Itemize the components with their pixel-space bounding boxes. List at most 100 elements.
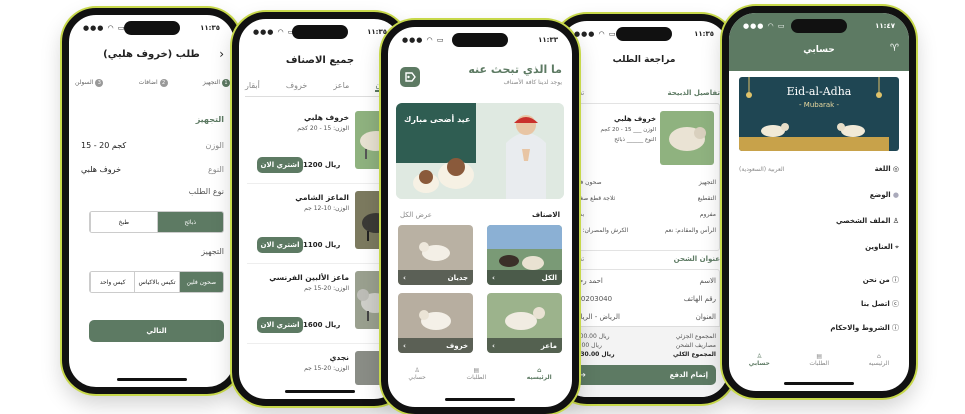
arrow-circle-icon: ➔ bbox=[580, 371, 586, 379]
phone-icon: ⓒ bbox=[892, 300, 899, 308]
nav-account[interactable]: ♙ حسابي bbox=[408, 367, 426, 393]
order-type-cook[interactable]: طبخ bbox=[90, 212, 157, 232]
detail-row: صحون فلين التجهيز bbox=[572, 179, 716, 186]
shipping-cost-row: 30.00 ريال مصاريف الشحن bbox=[572, 342, 716, 349]
stepper: 1التجهيز 2اضافات 3السولن bbox=[75, 79, 230, 87]
product-card[interactable]: نجدي الوزن: 20-15 جم bbox=[247, 345, 397, 385]
order-type-toggle[interactable]: طبخ ذبائح bbox=[89, 211, 224, 233]
orders-icon: ▤ bbox=[816, 353, 823, 360]
theme-toggle-icon: ● bbox=[892, 191, 899, 199]
menu-theme[interactable]: الوضع ● bbox=[739, 191, 899, 199]
details-header: تعديل تفاصيل الذبيحة bbox=[568, 89, 720, 97]
checkout-button[interactable]: ➔ إتمام الدفع bbox=[572, 365, 716, 385]
menu-profile[interactable]: الملف الشخصي ♙ bbox=[739, 217, 899, 225]
user-icon: ♙ bbox=[756, 353, 762, 360]
home-indicator bbox=[784, 382, 854, 385]
item-weight: الوزن ___ 15 - 20 كجم bbox=[600, 127, 656, 133]
next-button[interactable]: التالي bbox=[89, 320, 224, 342]
nav-orders[interactable]: ▤ الطلبات bbox=[466, 367, 486, 393]
step-1[interactable]: 1التجهيز bbox=[203, 79, 230, 87]
status-time: ١١:٣٥ bbox=[367, 28, 387, 36]
prep-bags[interactable]: تكيس بالاكياس bbox=[134, 272, 178, 292]
total-row: 1230.00 ريال المجموع الكلي bbox=[572, 351, 716, 358]
status-time: ١١:٤٧ bbox=[875, 22, 895, 30]
buy-now-button[interactable]: اشتري الان bbox=[257, 237, 303, 253]
ship-row: 010203040 رقم الهاتف bbox=[572, 295, 716, 303]
category-tile-all[interactable]: ‹ الكل bbox=[487, 225, 562, 285]
signal-icon: ●●● ◠ ▭ bbox=[574, 30, 617, 38]
product-spec: الوزن: 20-15 جم bbox=[304, 285, 349, 292]
banner-greeting: عيد أضحى مبارك bbox=[404, 115, 471, 124]
tab-goats[interactable]: ماعز bbox=[333, 81, 349, 92]
order-type-slaughter[interactable]: ذبائح bbox=[156, 212, 223, 232]
menu-about[interactable]: من نحن ⓘ bbox=[739, 275, 899, 285]
subheadline: يوجد لدينا كافة الأصناف bbox=[503, 79, 562, 86]
tag-icon[interactable] bbox=[400, 67, 420, 87]
prep-toggle[interactable]: كيس واحد تكيس بالاكياس صحون فلين bbox=[89, 271, 224, 293]
category-tile-goats[interactable]: ‹ ماعز bbox=[487, 293, 562, 353]
prep-foam-plates[interactable]: صحون فلين bbox=[178, 272, 223, 292]
section-prep-title: التجهيز bbox=[195, 115, 224, 124]
phone-home: ●●● ◠ ▭ ١١:٣٣ ما الذي تبحث عنه يوجد لدين… bbox=[381, 20, 579, 414]
product-card[interactable]: خروف هلبي الوزن: 15 - 20 كجم 1200 ريال ا… bbox=[247, 105, 397, 184]
product-card[interactable]: ماعز الألبين الفرنسي الوزن: 20-15 جم 160… bbox=[247, 265, 397, 344]
product-spec: الوزن: 20-15 جم bbox=[304, 365, 349, 372]
view-all-link[interactable]: عرض الكل bbox=[400, 211, 432, 219]
dynamic-island bbox=[791, 19, 847, 33]
user-icon: ♙ bbox=[414, 367, 420, 374]
prep-label: التجهيز bbox=[201, 247, 224, 256]
product-card[interactable]: الماعز الشامي الوزن: 10-12 جم 1100 ريال … bbox=[247, 185, 397, 264]
product-name: ماعز الألبين الفرنسي bbox=[269, 273, 349, 282]
product-price: 1600 ريال bbox=[303, 321, 341, 329]
signal-icon: ●●● ◠ ▭ bbox=[402, 36, 445, 44]
orders-icon: ▤ bbox=[473, 367, 480, 374]
weight-row: 15 - 20 كجم الوزن bbox=[81, 141, 224, 150]
headline: ما الذي تبحث عنه bbox=[468, 63, 562, 76]
page-title: مراجعة الطلب bbox=[612, 55, 676, 65]
status-time: ١١:٣٣ bbox=[538, 36, 558, 44]
buy-now-button[interactable]: اشتري الان bbox=[257, 157, 303, 173]
category-tile-kids[interactable]: ‹ جديان bbox=[398, 225, 473, 285]
signal-icon: ●●● ◠ ▭ bbox=[743, 22, 786, 30]
user-icon: ♙ bbox=[892, 217, 899, 225]
categories-header: عرض الكل الاصناف bbox=[400, 211, 560, 219]
tab-cows[interactable]: أبقار bbox=[245, 81, 260, 92]
home-icon: ⌂ bbox=[876, 353, 881, 360]
dynamic-island bbox=[123, 21, 180, 35]
chevron-left-icon: ‹ bbox=[403, 273, 406, 282]
tab-sheep[interactable]: خروف bbox=[286, 81, 308, 92]
type-row: خروف هلبي النوع bbox=[81, 165, 224, 174]
category-tabs: جديان ماعز خروف أبقار bbox=[245, 81, 395, 97]
menu-addresses[interactable]: العناوين ⌖ bbox=[739, 243, 899, 252]
nav-orders[interactable]: ▤ الطلبات bbox=[809, 353, 829, 381]
nav-home[interactable]: ⌂ الرئيسيه bbox=[527, 367, 552, 393]
page-title: جميع الاصناف bbox=[285, 55, 355, 66]
dynamic-island bbox=[452, 33, 508, 47]
chevron-left-icon: ‹ bbox=[492, 341, 495, 350]
item-type: النوع ______ ذبائح bbox=[614, 137, 656, 143]
category-tile-sheep[interactable]: ‹ خروف bbox=[398, 293, 473, 353]
order-summary: 1200.00 ريال المجموع الجزئي 30.00 ريال مصا… bbox=[560, 326, 728, 397]
nav-home[interactable]: ⌂ الرئيسيه bbox=[869, 353, 890, 381]
menu-terms[interactable]: الشروط والاحكام ⓘ bbox=[739, 323, 899, 333]
info-icon: ⓘ bbox=[892, 324, 899, 332]
goat-logo-icon: ♈ bbox=[890, 43, 899, 54]
menu-language[interactable]: العربية (السعودية) اللغة ◎ bbox=[739, 165, 899, 173]
phone-order-form: ●●● ◠ ▭ ١١:٣٥ › طلب (خروف هلبي) 1التجهيز… bbox=[62, 8, 241, 394]
step-3[interactable]: 3السولن bbox=[75, 79, 104, 87]
buy-now-button[interactable]: اشتري الان bbox=[257, 317, 303, 333]
step-2[interactable]: 2اضافات bbox=[139, 79, 168, 87]
dynamic-island bbox=[292, 25, 348, 39]
detail-row: الكرش والمصران: نعم الرأس والمقادم: نعم bbox=[572, 227, 716, 234]
phone-order-review: ●●● ◠ ▭ ١١:٣٥ ‹ مراجعة الطلب تعديل تفاصي… bbox=[553, 14, 735, 404]
prep-single-bag[interactable]: كيس واحد bbox=[90, 272, 134, 292]
item-name: خروف هلبي bbox=[614, 115, 656, 123]
eid-promo-banner[interactable]: عيد أضحى مبارك bbox=[396, 103, 564, 199]
nav-account[interactable]: ♙ حسابي bbox=[749, 353, 770, 381]
page-title: حسابي bbox=[803, 45, 835, 55]
menu-contact[interactable]: اتصل بنا ⓒ bbox=[739, 299, 899, 309]
home-indicator bbox=[285, 390, 355, 393]
product-name: الماعز الشامي bbox=[295, 193, 349, 202]
status-time: ١١:٣٥ bbox=[694, 30, 714, 38]
status-time: ١١:٣٥ bbox=[200, 24, 220, 32]
